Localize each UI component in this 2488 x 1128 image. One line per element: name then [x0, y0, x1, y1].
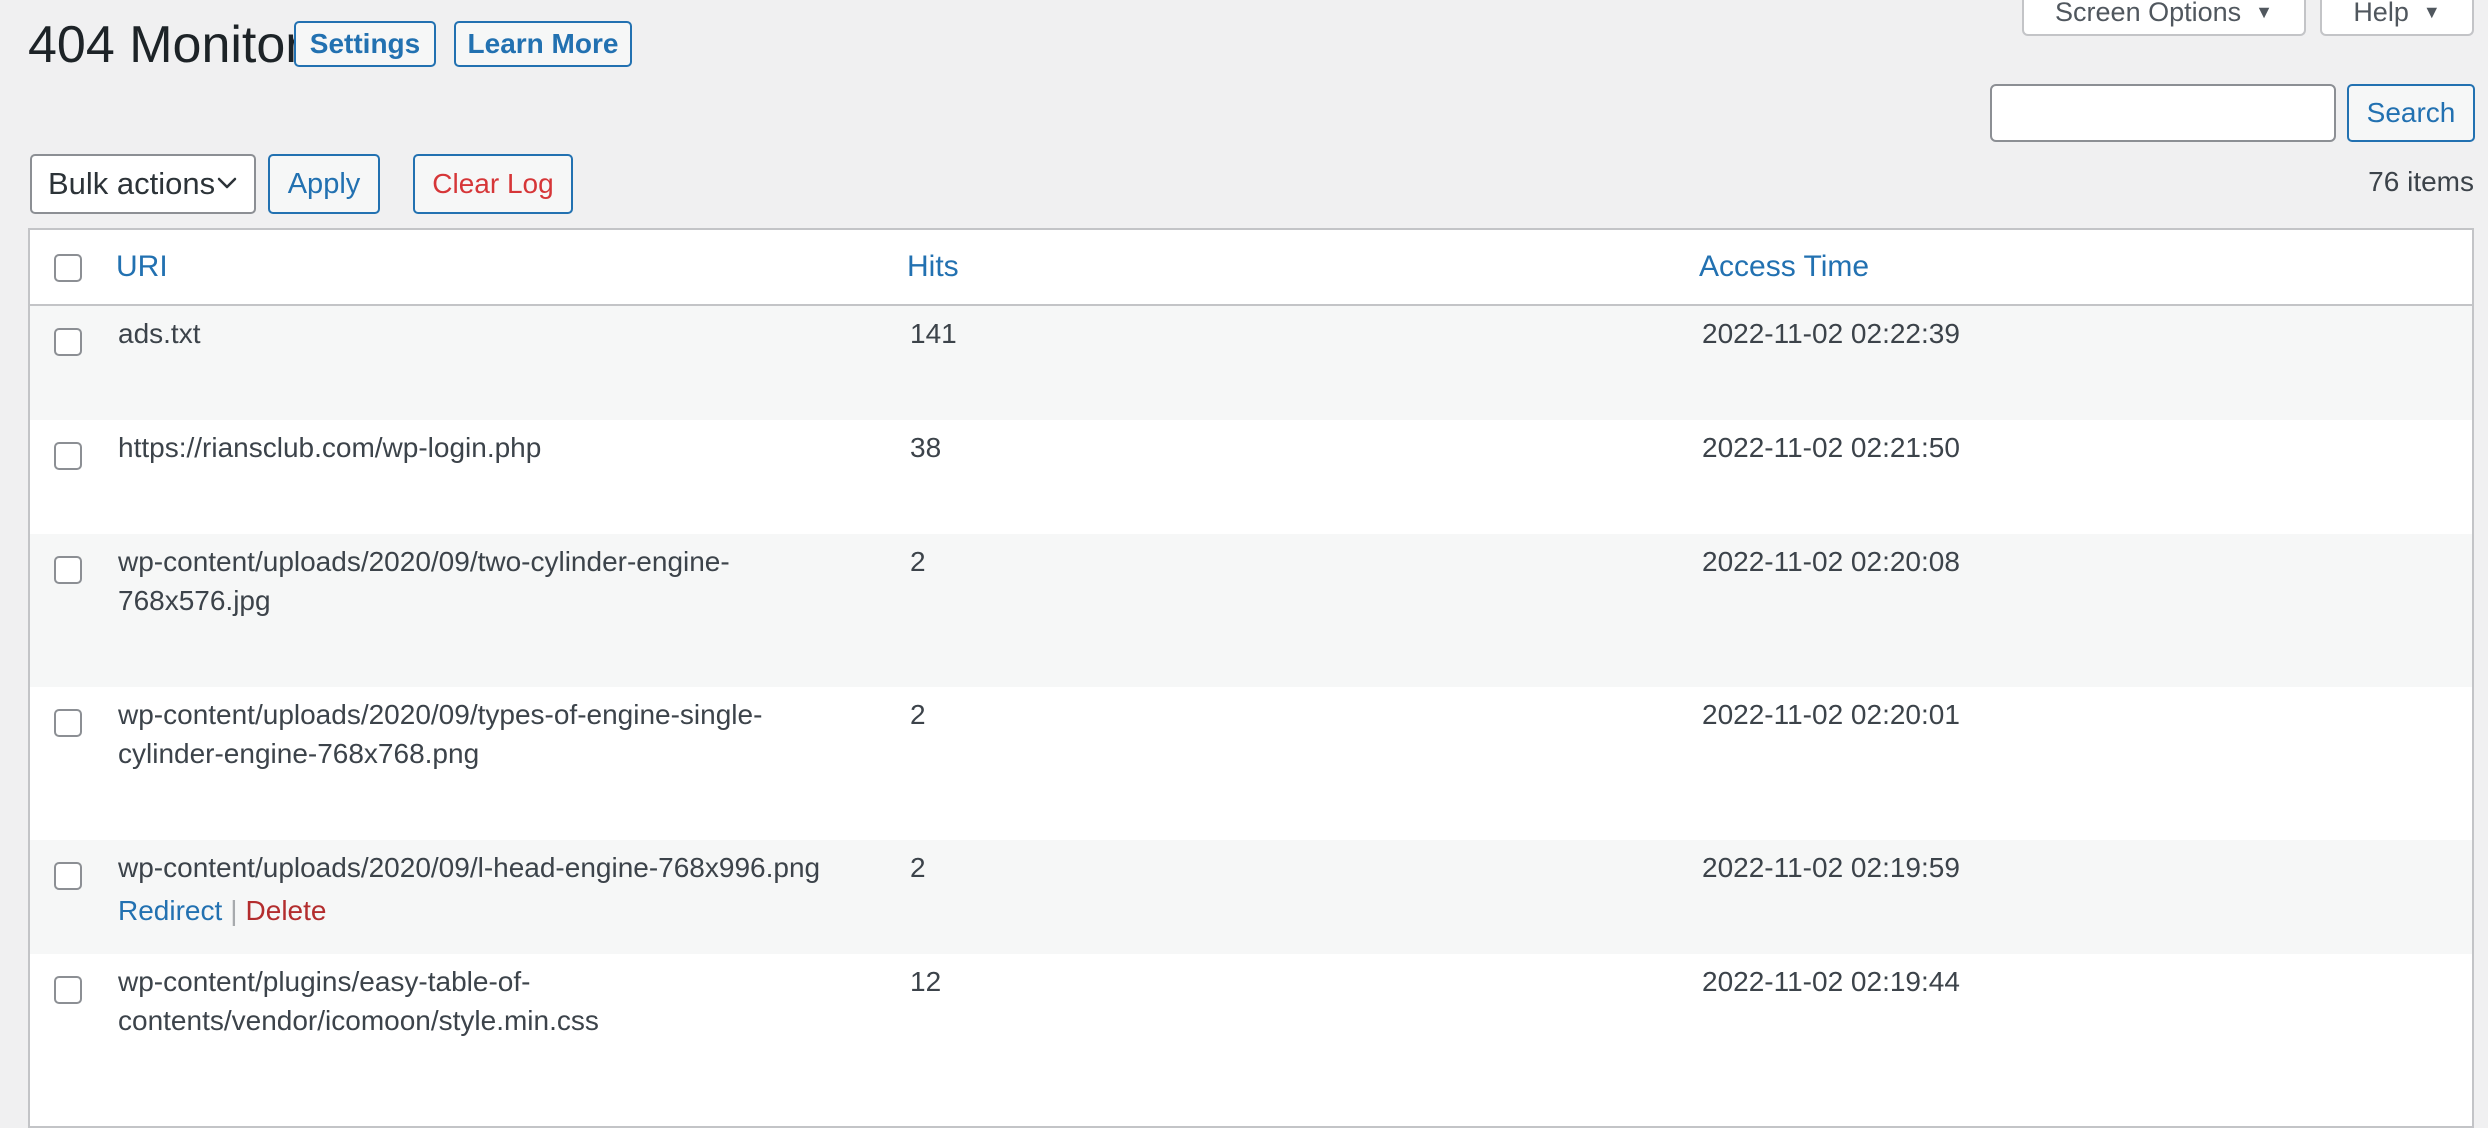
triangle-down-icon: ▼: [2255, 1, 2273, 22]
table-row: wp-content/uploads/2020/09/types-of-engi…: [30, 687, 2472, 840]
screen-options-tab[interactable]: Screen Options ▼: [2022, 0, 2306, 36]
bulk-actions-label: Bulk actions: [48, 166, 216, 201]
hits-cell: 2: [910, 852, 926, 883]
column-header-access-time[interactable]: Access Time: [1699, 250, 1869, 284]
row-checkbox[interactable]: [54, 328, 82, 356]
table-row: ads.txt 141 2022-11-02 02:22:39: [30, 306, 2472, 420]
help-tab[interactable]: Help ▼: [2320, 0, 2474, 36]
access-time-cell: 2022-11-02 02:22:39: [1702, 318, 1960, 349]
table-row: wp-content/uploads/2020/09/l-head-engine…: [30, 840, 2472, 954]
hits-cell: 141: [910, 318, 957, 349]
hits-cell: 12: [910, 966, 942, 997]
page-title: 404 Monitor: [28, 16, 303, 74]
search-button[interactable]: Search: [2347, 84, 2475, 142]
row-checkbox[interactable]: [54, 442, 82, 470]
uri-cell: wp-content/uploads/2020/09/two-cylinder-…: [118, 546, 730, 616]
uri-cell: wp-content/plugins/easy-table-of-content…: [118, 966, 599, 1036]
bulk-actions-select[interactable]: Bulk actions: [30, 154, 256, 214]
apply-button[interactable]: Apply: [268, 154, 380, 214]
clear-log-button[interactable]: Clear Log: [413, 154, 573, 214]
learn-more-button[interactable]: Learn More: [454, 21, 632, 67]
row-checkbox[interactable]: [54, 976, 82, 1004]
chevron-down-icon: [217, 177, 237, 189]
help-label: Help: [2353, 0, 2409, 27]
table-row: wp-content/uploads/2020/09/two-cylinder-…: [30, 534, 2472, 687]
uri-cell: https://riansclub.com/wp-login.php: [118, 432, 542, 463]
hits-cell: 2: [910, 546, 926, 577]
table-header: URI Hits Access Time: [30, 230, 2472, 306]
row-checkbox[interactable]: [54, 556, 82, 584]
row-checkbox[interactable]: [54, 862, 82, 890]
access-time-cell: 2022-11-02 02:21:50: [1702, 432, 1960, 463]
redirect-link[interactable]: Redirect: [118, 895, 222, 926]
access-time-cell: 2022-11-02 02:20:08: [1702, 546, 1960, 577]
screen-options-label: Screen Options: [2055, 0, 2242, 27]
row-actions-separator: |: [230, 895, 238, 926]
column-header-uri[interactable]: URI: [116, 250, 168, 284]
column-header-hits[interactable]: Hits: [907, 250, 959, 284]
uri-cell: wp-content/uploads/2020/09/types-of-engi…: [118, 699, 763, 769]
triangle-down-icon: ▼: [2422, 1, 2441, 22]
access-time-cell: 2022-11-02 02:19:44: [1702, 966, 1960, 997]
delete-link[interactable]: Delete: [246, 895, 327, 926]
item-count: 76 items: [2368, 166, 2474, 197]
uri-cell: wp-content/uploads/2020/09/l-head-engine…: [118, 852, 821, 883]
table-row: https://riansclub.com/wp-login.php 38 20…: [30, 420, 2472, 534]
hits-cell: 38: [910, 432, 942, 463]
hits-cell: 2: [910, 699, 926, 730]
search-input[interactable]: [1990, 84, 2336, 142]
row-checkbox[interactable]: [54, 709, 82, 737]
row-actions: Redirect | Delete: [118, 891, 326, 930]
table-row: wp-content/plugins/easy-table-of-content…: [30, 954, 2472, 1126]
select-all-checkbox[interactable]: [54, 254, 82, 282]
access-time-cell: 2022-11-02 02:19:59: [1702, 852, 1960, 883]
uri-cell: ads.txt: [118, 318, 201, 349]
settings-button[interactable]: Settings: [294, 21, 436, 67]
access-time-cell: 2022-11-02 02:20:01: [1702, 699, 1960, 730]
log-table: URI Hits Access Time ads.txt 141 2022-11…: [28, 228, 2474, 1128]
